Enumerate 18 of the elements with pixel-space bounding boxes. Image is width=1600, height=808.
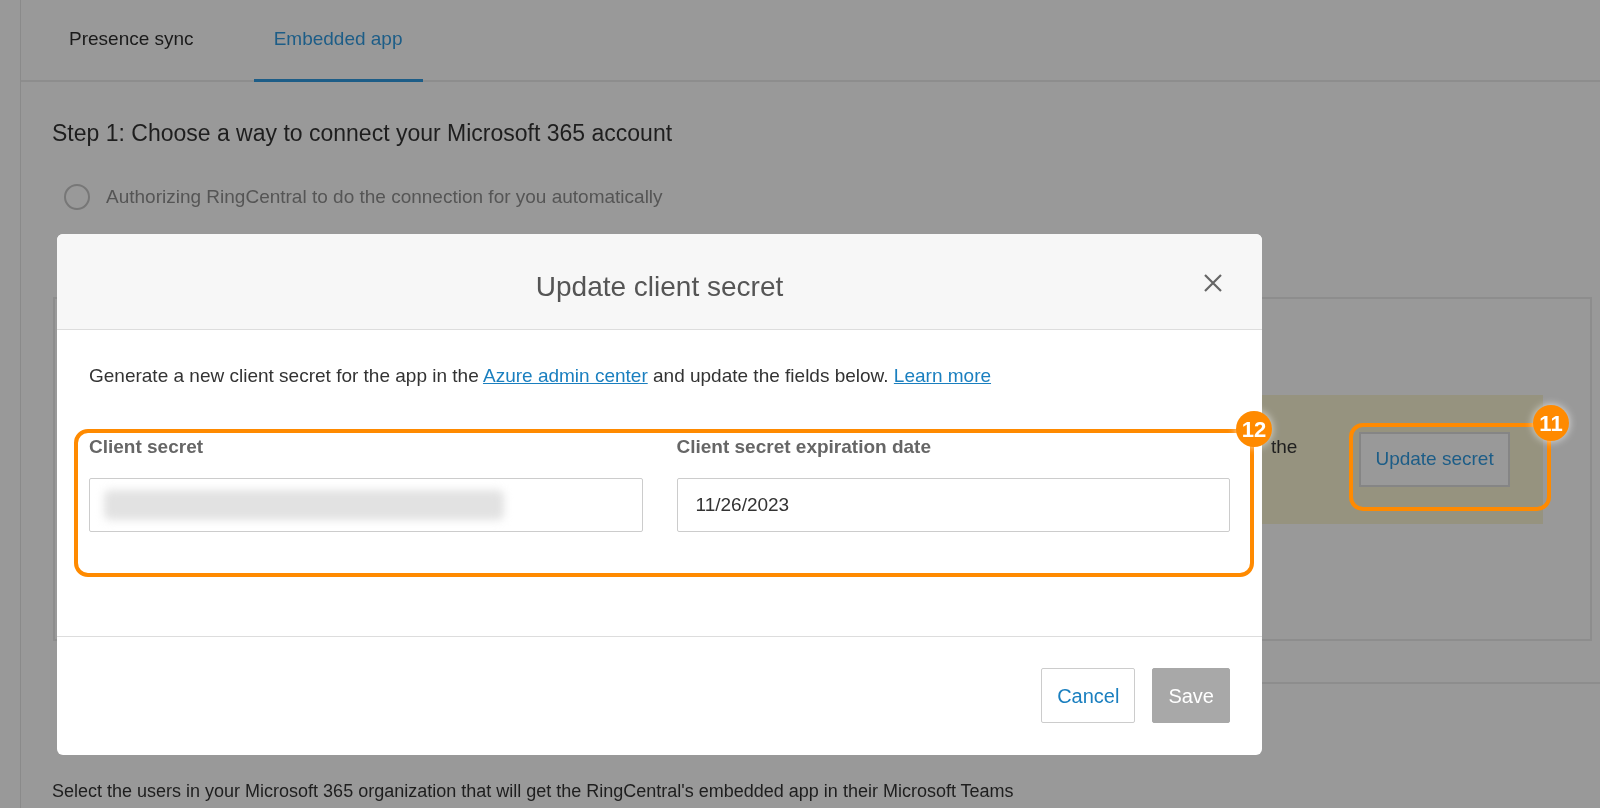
notice-text: the: [1271, 435, 1298, 460]
dialog-title: Update client secret: [535, 269, 784, 304]
input-field[interactable]: [89, 478, 643, 532]
section-heading: Step 1: Choose a way to connect your Microsoft 365 account: [52, 119, 674, 148]
input-field[interactable]: 11/26/2023: [676, 478, 1230, 532]
link[interactable]: Azure admin center: [482, 365, 648, 386]
dialog-description: Generate a new client secret for the app in the Azure admin center and update the fields below. Learn more: [89, 364, 993, 388]
field-label: Client secret: [89, 434, 205, 459]
update-secret-button[interactable]: Update secret: [1359, 432, 1510, 487]
option-label: Authorizing RingCentral to do the connection for you automatically: [106, 184, 663, 209]
field-label: Client secret expiration date: [676, 434, 932, 459]
link[interactable]: Learn more: [893, 365, 992, 386]
section-description: Select the users in your Microsoft 365 organization that will get the RingCentral's embedded app in their Microsoft Teams: [52, 780, 1014, 803]
tab[interactable]: Presence sync: [49, 0, 214, 82]
radio-button[interactable]: [64, 183, 90, 210]
annotation-number: 11: [1533, 405, 1569, 441]
tab[interactable]: Embedded app: [253, 0, 423, 82]
cancel-button[interactable]: Cancel: [1041, 668, 1136, 723]
